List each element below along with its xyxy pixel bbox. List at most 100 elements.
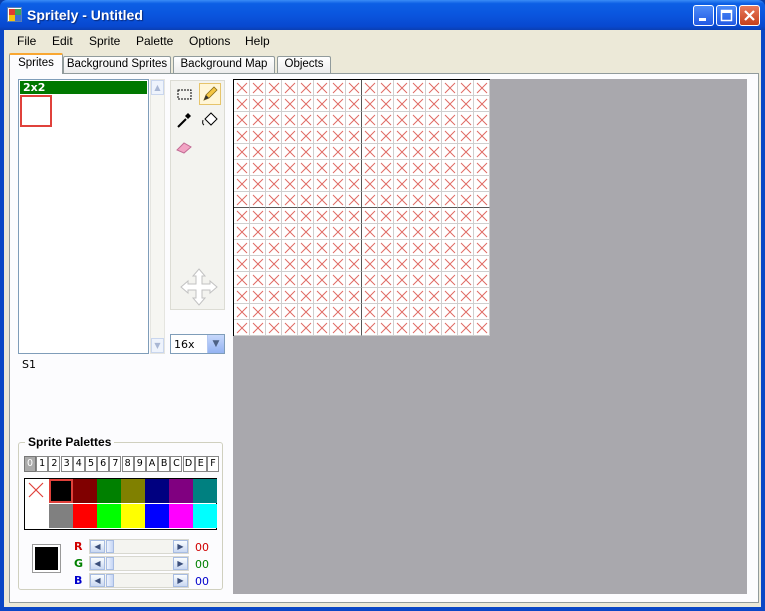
- grid-cell[interactable]: [234, 208, 250, 224]
- grid-cell[interactable]: [442, 128, 458, 144]
- grid-cell[interactable]: [458, 128, 474, 144]
- grid-cell[interactable]: [346, 160, 362, 176]
- grid-cell[interactable]: [426, 160, 442, 176]
- minimize-button[interactable]: [693, 5, 714, 26]
- grid-cell[interactable]: [298, 224, 314, 240]
- grid-cell[interactable]: [378, 144, 394, 160]
- grid-cell[interactable]: [298, 272, 314, 288]
- color-swatch[interactable]: [169, 504, 193, 528]
- grid-cell[interactable]: [410, 320, 426, 336]
- grid-cell[interactable]: [346, 224, 362, 240]
- grid-cell[interactable]: [426, 272, 442, 288]
- color-swatch[interactable]: [193, 479, 217, 503]
- tab-background-sprites[interactable]: Background Sprites: [63, 56, 171, 73]
- grid-cell[interactable]: [266, 80, 282, 96]
- grid-cell[interactable]: [346, 304, 362, 320]
- menu-edit[interactable]: Edit: [52, 34, 73, 48]
- grid-cell[interactable]: [474, 192, 490, 208]
- grid-cell[interactable]: [410, 80, 426, 96]
- grid-cell[interactable]: [298, 288, 314, 304]
- grid-cell[interactable]: [282, 160, 298, 176]
- color-swatch[interactable]: [73, 479, 97, 503]
- grid-cell[interactable]: [282, 240, 298, 256]
- eyedropper-icon[interactable]: [173, 110, 195, 132]
- grid-cell[interactable]: [234, 304, 250, 320]
- grid-cell[interactable]: [250, 272, 266, 288]
- grid-cell[interactable]: [458, 208, 474, 224]
- palette-index-6[interactable]: 6: [97, 456, 110, 472]
- grid-cell[interactable]: [394, 224, 410, 240]
- grid-cell[interactable]: [250, 144, 266, 160]
- grid-cell[interactable]: [330, 192, 346, 208]
- grid-cell[interactable]: [474, 176, 490, 192]
- palette-index-e[interactable]: E: [194, 456, 207, 472]
- grid-cell[interactable]: [442, 80, 458, 96]
- sprite-list-scrollbar[interactable]: ▲ ▼: [150, 79, 165, 354]
- grid-cell[interactable]: [378, 128, 394, 144]
- grid-cell[interactable]: [458, 144, 474, 160]
- grid-cell[interactable]: [458, 272, 474, 288]
- grid-cell[interactable]: [474, 96, 490, 112]
- grid-cell[interactable]: [314, 176, 330, 192]
- grid-cell[interactable]: [442, 304, 458, 320]
- palette-index-0[interactable]: 0: [24, 456, 36, 472]
- red-slider[interactable]: ◀ ▶: [89, 539, 189, 554]
- palette-index-9[interactable]: 9: [133, 456, 146, 472]
- grid-cell[interactable]: [458, 192, 474, 208]
- palette-index-b[interactable]: B: [158, 456, 171, 472]
- tab-sprites[interactable]: Sprites: [9, 53, 63, 74]
- sprite-thumbnail[interactable]: [20, 95, 52, 127]
- grid-cell[interactable]: [330, 288, 346, 304]
- grid-cell[interactable]: [298, 192, 314, 208]
- grid-cell[interactable]: [314, 144, 330, 160]
- pencil-icon[interactable]: [199, 83, 221, 105]
- palette-index-5[interactable]: 5: [85, 456, 97, 472]
- grid-cell[interactable]: [394, 240, 410, 256]
- grid-cell[interactable]: [234, 256, 250, 272]
- grid-cell[interactable]: [442, 224, 458, 240]
- grid-cell[interactable]: [314, 304, 330, 320]
- grid-cell[interactable]: [266, 304, 282, 320]
- grid-cell[interactable]: [314, 112, 330, 128]
- grid-cell[interactable]: [474, 160, 490, 176]
- grid-cell[interactable]: [298, 80, 314, 96]
- grid-cell[interactable]: [282, 208, 298, 224]
- grid-cell[interactable]: [234, 96, 250, 112]
- grid-cell[interactable]: [298, 240, 314, 256]
- grid-cell[interactable]: [346, 144, 362, 160]
- grid-cell[interactable]: [394, 96, 410, 112]
- grid-cell[interactable]: [298, 304, 314, 320]
- grid-cell[interactable]: [426, 304, 442, 320]
- grid-cell[interactable]: [442, 240, 458, 256]
- grid-cell[interactable]: [330, 208, 346, 224]
- grid-cell[interactable]: [266, 112, 282, 128]
- grid-cell[interactable]: [394, 160, 410, 176]
- marquee-select-icon[interactable]: [173, 84, 195, 106]
- sprite-group-header[interactable]: 2x2: [20, 81, 147, 94]
- grid-cell[interactable]: [282, 304, 298, 320]
- color-swatch[interactable]: [97, 504, 121, 528]
- chevron-left-icon[interactable]: ◀: [90, 540, 105, 553]
- menu-palette[interactable]: Palette: [136, 34, 173, 48]
- palette-index-4[interactable]: 4: [72, 456, 85, 472]
- grid-cell[interactable]: [442, 256, 458, 272]
- grid-cell[interactable]: [346, 256, 362, 272]
- grid-cell[interactable]: [474, 112, 490, 128]
- grid-cell[interactable]: [458, 176, 474, 192]
- grid-cell[interactable]: [378, 192, 394, 208]
- grid-cell[interactable]: [442, 192, 458, 208]
- grid-cell[interactable]: [458, 320, 474, 336]
- grid-cell[interactable]: [266, 224, 282, 240]
- menu-help[interactable]: Help: [245, 34, 270, 48]
- grid-cell[interactable]: [378, 208, 394, 224]
- grid-cell[interactable]: [378, 80, 394, 96]
- grid-cell[interactable]: [394, 80, 410, 96]
- grid-cell[interactable]: [330, 128, 346, 144]
- grid-cell[interactable]: [474, 320, 490, 336]
- sprite-editor-grid[interactable]: [233, 79, 490, 336]
- color-swatch[interactable]: [121, 504, 145, 528]
- grid-cell[interactable]: [442, 208, 458, 224]
- grid-cell[interactable]: [298, 176, 314, 192]
- grid-cell[interactable]: [362, 304, 378, 320]
- grid-cell[interactable]: [282, 256, 298, 272]
